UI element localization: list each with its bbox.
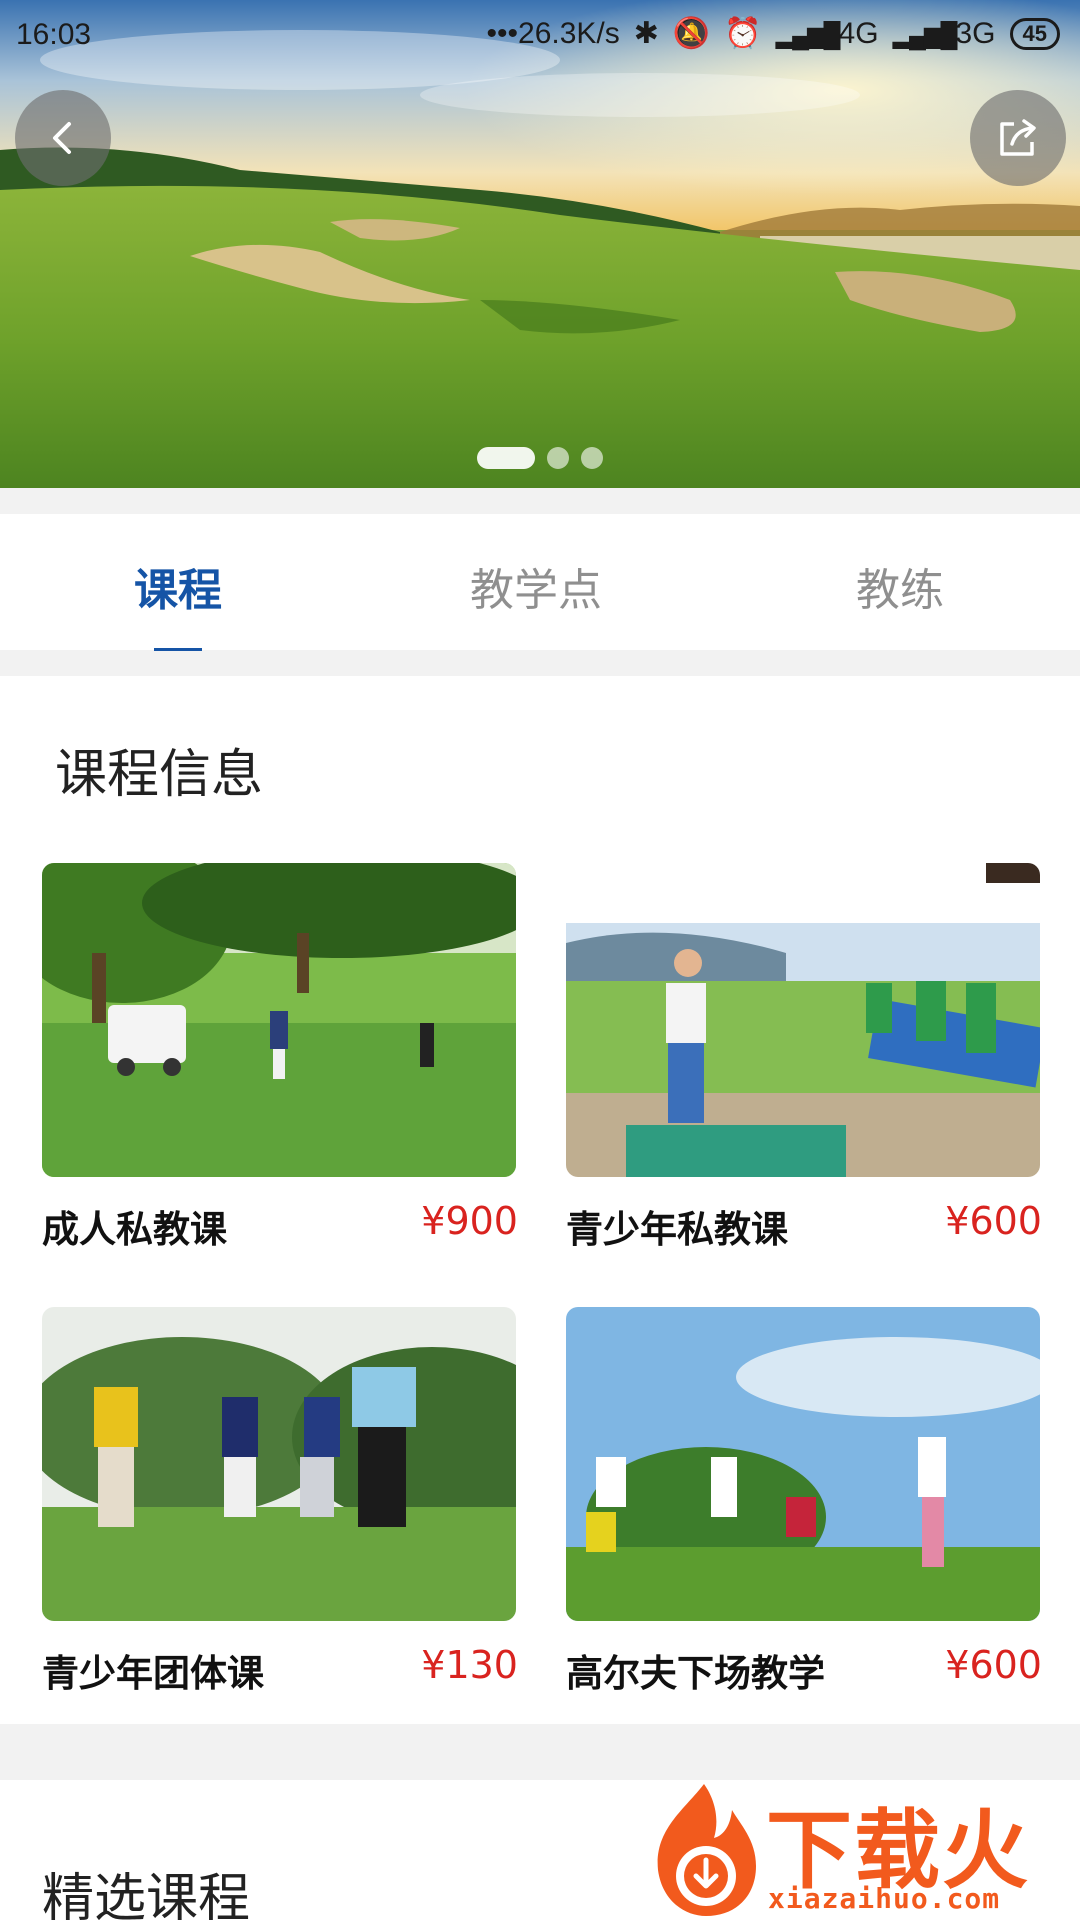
page: 16:03 •••26.3K/s ✱ 🔕 ⏰ ▂▄▆█4G ▂▄▆█3G 45 [0, 0, 1080, 1920]
signal-4g: ▂▄▆█4G [775, 16, 879, 50]
golf-course-hero-image [0, 0, 1080, 488]
status-bar: 16:03 •••26.3K/s ✱ 🔕 ⏰ ▂▄▆█4G ▂▄▆█3G 45 [0, 0, 1080, 72]
section-title: 精选课程 [42, 1869, 251, 1920]
course-price: ¥900 [421, 1199, 518, 1243]
hero-banner[interactable]: 16:03 •••26.3K/s ✱ 🔕 ⏰ ▂▄▆█4G ▂▄▆█3G 45 [0, 0, 1080, 488]
battery-icon: 45 [1009, 17, 1060, 50]
carousel-dot-2[interactable] [547, 447, 569, 469]
course-name: 成人私教课 [42, 1208, 227, 1251]
signal-3g: ▂▄▆█3G [892, 16, 996, 50]
course-price: ¥130 [421, 1643, 518, 1687]
chevron-left-icon [53, 122, 71, 154]
course-info-section: 课程信息 成人私教课 ¥900 青少年私教课 ¥600 青少年团体课 ¥130 … [0, 676, 1080, 1724]
section-title: 课程信息 [55, 745, 264, 805]
course-image [42, 863, 516, 1177]
course-image [42, 1307, 516, 1621]
course-image [566, 863, 1040, 1177]
course-price: ¥600 [945, 1199, 1042, 1243]
course-card-youth-group[interactable]: 青少年团体课 ¥130 [42, 1307, 518, 1707]
tab-courses[interactable]: 课程 [134, 554, 222, 618]
course-name: 青少年私教课 [566, 1208, 788, 1251]
tab-coaches[interactable]: 教练 [856, 554, 944, 618]
tab-bar: 课程 教学点 教练 [0, 514, 1080, 650]
course-card-adult-private[interactable]: 成人私教课 ¥900 [42, 863, 518, 1263]
course-name: 高尔夫下场教学 [566, 1652, 825, 1695]
network-speed: •••26.3K/s [486, 16, 620, 50]
share-icon [1000, 119, 1036, 156]
carousel-dot-1[interactable] [477, 447, 535, 469]
back-button[interactable] [15, 90, 111, 186]
course-image [566, 1307, 1040, 1621]
flame-download-icon [657, 1784, 756, 1916]
carousel-indicator [0, 447, 1080, 469]
active-tab-indicator [154, 648, 202, 651]
mute-icon: 🔕 [672, 17, 711, 50]
watermark-logo: 下载火 xiazaihuo.com [644, 1780, 1064, 1920]
course-name: 青少年团体课 [42, 1652, 264, 1695]
course-price: ¥600 [945, 1643, 1042, 1687]
course-card-on-course-lesson[interactable]: 高尔夫下场教学 ¥600 [566, 1307, 1042, 1707]
watermark-url: xiazaihuo.com [768, 1882, 1001, 1915]
share-button[interactable] [970, 90, 1066, 186]
status-time: 16:03 [16, 18, 92, 51]
carousel-dot-3[interactable] [581, 447, 603, 469]
tab-teaching-locations[interactable]: 教学点 [470, 554, 602, 618]
status-icons: •••26.3K/s ✱ 🔕 ⏰ ▂▄▆█4G ▂▄▆█3G 45 [486, 16, 1060, 51]
alarm-icon: ⏰ [724, 17, 762, 50]
bluetooth-icon: ✱ [633, 17, 659, 50]
course-card-youth-private[interactable]: 青少年私教课 ¥600 [566, 863, 1042, 1263]
